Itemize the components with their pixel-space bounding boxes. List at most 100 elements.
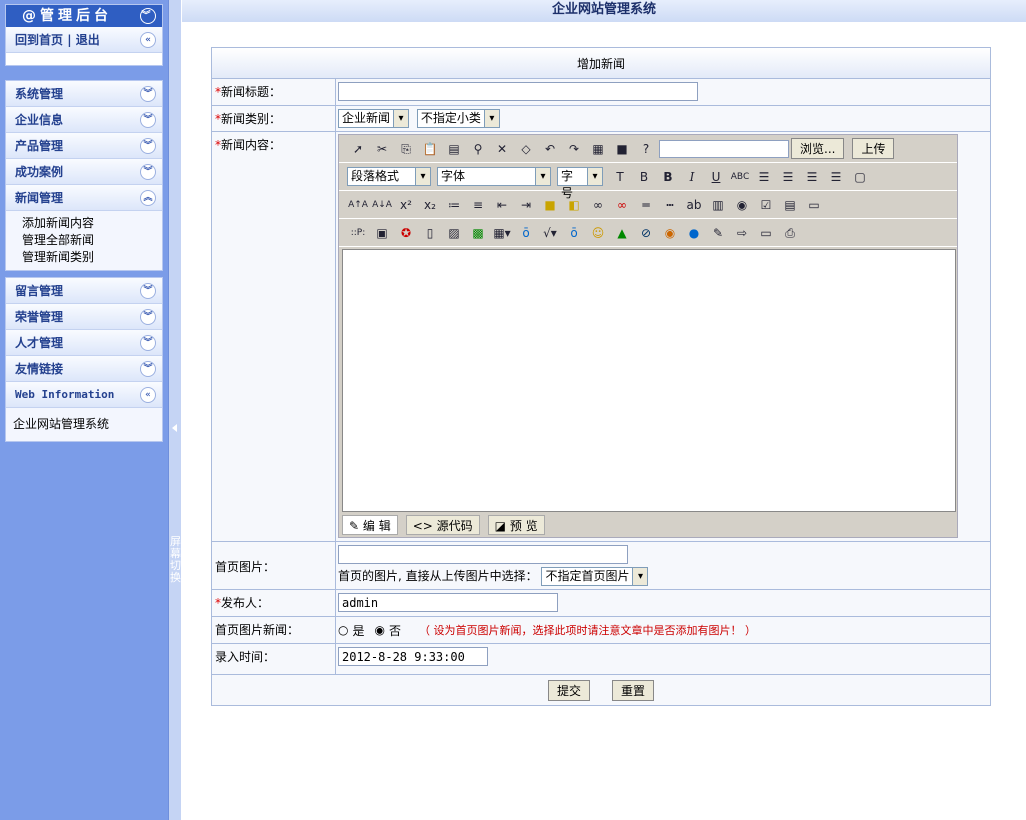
indent-icon[interactable]: ⇥ xyxy=(515,195,537,215)
paragraph-icon[interactable]: ::P: xyxy=(347,223,369,243)
radio-no[interactable]: ◉ xyxy=(375,623,385,637)
text-color-icon[interactable]: T xyxy=(609,167,631,187)
pointer-icon[interactable]: ➚ xyxy=(347,139,369,159)
align-right-icon[interactable]: ☰ xyxy=(801,167,823,187)
sidebar-item-manage-news[interactable]: 管理全部新闻 xyxy=(22,232,162,249)
unlink-icon[interactable]: ∞ xyxy=(611,195,633,215)
home-image-input[interactable] xyxy=(338,545,628,564)
button-field-icon[interactable]: ▭ xyxy=(803,195,825,215)
tab-source[interactable]: <> 源代码 xyxy=(405,515,480,535)
code-icon[interactable]: ▭ xyxy=(755,223,777,243)
special-char-icon[interactable]: ō xyxy=(515,223,537,243)
chevron-down-icon[interactable]: ︾ xyxy=(140,112,156,128)
formula-icon[interactable]: √▾ xyxy=(539,223,561,243)
unordered-list-icon[interactable]: ≡ xyxy=(467,195,489,215)
justify-icon[interactable]: ☰ xyxy=(825,167,847,187)
paste-word-icon[interactable]: ▣ xyxy=(371,223,393,243)
highlight-icon[interactable]: ■ xyxy=(539,195,561,215)
checkbox-icon[interactable]: ☑ xyxy=(755,195,777,215)
menu-cases[interactable]: 成功案例 ︾ xyxy=(6,159,162,185)
chevron-left-icon[interactable]: « xyxy=(140,32,156,48)
chevron-down-icon[interactable]: ︾ xyxy=(140,283,156,299)
menu-links[interactable]: 友情链接 ︾ xyxy=(6,356,162,382)
copy-icon[interactable]: ⎘ xyxy=(395,139,417,159)
menu-web-info[interactable]: Web Information « xyxy=(6,382,162,408)
calculator-icon[interactable]: ▦ xyxy=(587,139,609,159)
list-box-icon[interactable]: ▤ xyxy=(779,195,801,215)
editor-content-area[interactable] xyxy=(342,249,956,512)
sidebar-item-news-categories[interactable]: 管理新闻类别 xyxy=(22,249,162,266)
redo-icon[interactable]: ↷ xyxy=(563,139,585,159)
template-icon[interactable]: ▨ xyxy=(443,223,465,243)
excel-icon[interactable]: ▩ xyxy=(467,223,489,243)
menu-talent[interactable]: 人才管理 ︾ xyxy=(6,330,162,356)
sidebar-splitter[interactable]: 屏幕切换 xyxy=(168,0,181,820)
news-title-input[interactable] xyxy=(338,82,698,101)
font-size-select[interactable]: 字号 xyxy=(557,167,603,200)
outdent-icon[interactable]: ⇤ xyxy=(491,195,513,215)
media-icon[interactable]: ◉ xyxy=(659,223,681,243)
category-select[interactable]: 企业新闻 xyxy=(338,109,410,128)
home-link[interactable]: 回到首页 xyxy=(15,33,63,47)
radio-icon[interactable]: ◉ xyxy=(731,195,753,215)
decrease-font-icon[interactable]: A↓A xyxy=(371,195,393,215)
strikethrough-icon[interactable]: ABC xyxy=(729,167,751,187)
tab-preview[interactable]: ◪ 预 览 xyxy=(487,515,545,535)
import-icon[interactable]: ⇨ xyxy=(731,223,753,243)
hr-icon[interactable]: ═ xyxy=(635,195,657,215)
textfield-icon[interactable]: ab xyxy=(683,195,705,215)
paragraph-format-select[interactable]: 段落格式 xyxy=(347,167,431,186)
chevron-left-icon[interactable]: « xyxy=(140,387,156,403)
date-icon[interactable]: ▯ xyxy=(419,223,441,243)
browse-button[interactable]: 浏览... xyxy=(791,138,845,159)
paste-icon[interactable]: 📋 xyxy=(419,139,441,159)
upload-file-input[interactable] xyxy=(659,139,789,158)
print-icon[interactable]: ⎙ xyxy=(779,223,801,243)
save-icon[interactable]: ■ xyxy=(611,139,633,159)
flash-icon[interactable]: ✪ xyxy=(395,223,417,243)
chevron-up-icon[interactable]: ︽ xyxy=(140,190,156,206)
help-icon[interactable]: ? xyxy=(635,139,657,159)
chevron-down-icon[interactable]: ︾ xyxy=(140,8,156,24)
fullscreen-icon[interactable]: ▢ xyxy=(849,167,871,187)
attachment-icon[interactable]: ✎ xyxy=(707,223,729,243)
sidebar-item-add-news[interactable]: 添加新闻内容 xyxy=(22,215,162,232)
collapse-arrow-icon[interactable] xyxy=(172,424,177,432)
bg-color-icon[interactable]: B xyxy=(633,167,655,187)
cut-icon[interactable]: ✂ xyxy=(371,139,393,159)
delete-icon[interactable]: ✕ xyxy=(491,139,513,159)
menu-system[interactable]: 系统管理 ︾ xyxy=(6,81,162,107)
textarea-icon[interactable]: ▥ xyxy=(707,195,729,215)
author-input[interactable] xyxy=(338,593,558,612)
align-center-icon[interactable]: ☰ xyxy=(777,167,799,187)
chevron-down-icon[interactable]: ︾ xyxy=(140,138,156,154)
underline-icon[interactable]: U xyxy=(705,167,727,187)
reset-button[interactable]: 重置 xyxy=(612,679,655,701)
home-image-select[interactable]: 不指定首页图片 xyxy=(541,567,649,586)
time-input[interactable] xyxy=(338,647,488,666)
chevron-down-icon[interactable]: ︾ xyxy=(140,361,156,377)
find-icon[interactable]: ⚲ xyxy=(467,139,489,159)
undo-icon[interactable]: ↶ xyxy=(539,139,561,159)
font-select[interactable]: 字体 xyxy=(437,167,551,186)
menu-news[interactable]: 新闻管理 ︽ xyxy=(6,185,162,211)
ordered-list-icon[interactable]: ≔ xyxy=(443,195,465,215)
superscript-icon[interactable]: x² xyxy=(395,195,417,215)
link-icon[interactable]: ∞ xyxy=(587,195,609,215)
chevron-down-icon[interactable]: ︾ xyxy=(140,86,156,102)
increase-font-icon[interactable]: A↑A xyxy=(347,195,369,215)
chevron-down-icon[interactable]: ︾ xyxy=(140,335,156,351)
table-icon[interactable]: ▦▾ xyxy=(491,223,513,243)
menu-company[interactable]: 企业信息 ︾ xyxy=(6,107,162,133)
subcategory-select[interactable]: 不指定小类 xyxy=(416,109,500,128)
image-icon[interactable]: ▲ xyxy=(611,223,633,243)
chevron-down-icon[interactable]: ︾ xyxy=(140,164,156,180)
emoticon-icon[interactable]: ☺ xyxy=(587,223,609,243)
submit-button[interactable]: 提交 xyxy=(547,679,590,701)
marquee-icon[interactable]: ┅ xyxy=(659,195,681,215)
symbol-icon[interactable]: ō xyxy=(563,223,585,243)
align-left-icon[interactable]: ☰ xyxy=(753,167,775,187)
menu-products[interactable]: 产品管理 ︾ xyxy=(6,133,162,159)
subscript-icon[interactable]: x₂ xyxy=(419,195,441,215)
italic-icon[interactable]: I xyxy=(681,167,703,187)
